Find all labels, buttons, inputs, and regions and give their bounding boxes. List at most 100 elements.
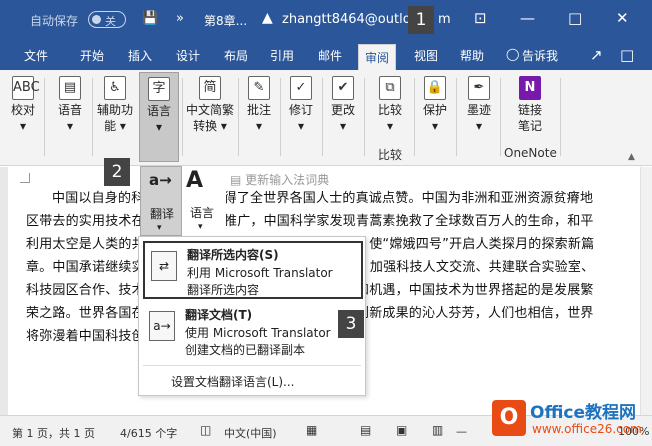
language-status[interactable]: 中文(中国) (224, 425, 277, 441)
ribbon-divider (560, 78, 561, 156)
translate-document-desc2: 创建文档的已翻译副本 (185, 343, 306, 357)
warning-icon: ▲ (262, 10, 273, 26)
comments-button[interactable]: ✎ 批注 ▾ (242, 76, 276, 134)
save-icon[interactable]: 💾 (142, 11, 158, 26)
vertical-scrollbar[interactable] (640, 167, 652, 415)
translate-selection-item[interactable]: ⇄ 翻译所选内容(S) 利用 Microsoft Translator 翻译所选… (143, 241, 363, 299)
comments-arrow: ▾ (255, 119, 263, 133)
print-layout-icon[interactable]: ▣ (396, 423, 407, 437)
translate-document-desc1: 使用 Microsoft Translator (185, 326, 331, 340)
step-badge-1: 1 (408, 6, 434, 34)
chinese-conversion-button[interactable]: 简 中文简繁 转换 ▾ (184, 76, 236, 134)
chinese-conversion-label: 中文简繁 (185, 103, 234, 117)
read-mode-icon[interactable]: ▤ (360, 423, 371, 437)
close-button[interactable]: ✕ (616, 9, 629, 27)
changes-label: 更改 (330, 103, 355, 117)
tab-references[interactable]: 引用 (270, 47, 294, 64)
track-changes-icon: ✓ (290, 76, 312, 100)
group-label-onenote: OneNote (504, 146, 557, 160)
page-corner-mark (20, 173, 30, 183)
proofing-button[interactable]: ABC 校对 ▾ (6, 76, 40, 134)
track-changes-button[interactable]: ✓ 修订 ▾ (284, 76, 318, 134)
track-changes-arrow: ▾ (297, 119, 305, 133)
set-translation-language[interactable]: 设置文档翻译语言(L)... (171, 373, 295, 390)
tab-file[interactable]: 文件 (24, 47, 48, 64)
ribbon: ABC 校对 ▾ ▤ 语音 ▾ ♿ 辅助功 能 ▾ 字 语言 ▾ 简 中文简繁 … (0, 70, 652, 166)
translate-document-item[interactable]: a→ 翻译文档(T) 使用 Microsoft Translator 创建文档的… (143, 303, 363, 361)
web-layout-icon[interactable]: ▥ (432, 423, 443, 437)
ribbon-divider (280, 78, 281, 156)
vertical-ruler (0, 167, 8, 415)
language-options-button[interactable]: A​ 语言 ▾ (182, 166, 226, 236)
macro-icon[interactable]: ▦ (306, 423, 317, 437)
update-ime-dictionary[interactable]: ▤ 更新输入法词典 (226, 168, 366, 190)
compare-button[interactable]: ⧉ 比较 ▾ (370, 76, 410, 134)
tell-me-search[interactable]: 告诉我 (522, 47, 558, 64)
tab-home[interactable]: 开始 (80, 47, 104, 64)
tab-review[interactable]: 审阅 (358, 44, 397, 70)
autosave-state: 关 (105, 15, 116, 28)
ribbon-tabs: 文件 开始 插入 设计 布局 引用 邮件 审阅 视图 帮助 ◯ 告诉我 ↗ □ (0, 40, 652, 70)
proofing-arrow: ▾ (19, 119, 27, 133)
title-bar: 自动保存 关 💾 » 第8章... ▲ zhangtt8464@outlo m … (0, 0, 652, 40)
translate-document-icon: a→ (149, 311, 175, 341)
changes-button[interactable]: ✔ 更改 ▾ (326, 76, 360, 134)
autosave-label: 自动保存 (30, 14, 79, 28)
translate-selection-desc2: 翻译所选内容 (187, 283, 260, 297)
tab-view[interactable]: 视图 (414, 47, 438, 64)
maximize-button[interactable]: □ (568, 9, 582, 27)
translate-button[interactable]: a→ 翻译 ▾ (140, 166, 182, 236)
protect-arrow: ▾ (431, 119, 439, 133)
tab-help[interactable]: 帮助 (460, 47, 484, 64)
page-count[interactable]: 第 1 页，共 1 页 (12, 425, 95, 441)
proofing-label: 校对 (10, 103, 35, 117)
ribbon-divider (182, 78, 183, 156)
tab-insert[interactable]: 插入 (128, 47, 152, 64)
minimize-button[interactable]: — (520, 9, 535, 27)
word-count[interactable]: 4/615 个字 (120, 425, 177, 441)
menu-divider (143, 365, 361, 366)
pen-icon: ✒ (468, 76, 490, 100)
dictionary-icon: ▤ (230, 173, 242, 187)
group-label-compare: 比较 (378, 148, 403, 162)
speech-button[interactable]: ▤ 语音 ▾ (50, 76, 90, 134)
accessibility-button[interactable]: ♿ 辅助功 能 ▾ (94, 76, 136, 134)
proofing-status-icon[interactable]: ◫ (200, 423, 211, 437)
share-icon[interactable]: ↗ (590, 46, 603, 64)
chinese-conversion-label-2: 转换 ▾ (193, 119, 227, 133)
ink-button[interactable]: ✒ 墨迹 ▾ (460, 76, 498, 134)
language-label: 语言 (146, 104, 171, 118)
speech-label: 语音 (57, 103, 82, 117)
collapse-ribbon-icon[interactable]: ▲ (628, 152, 635, 162)
linked-notes-button[interactable]: N 链接 笔记 (508, 76, 552, 134)
language-options-label: 语言 (190, 206, 215, 220)
more-icon[interactable]: » (176, 11, 184, 26)
chinese-conversion-icon: 简 (199, 76, 221, 100)
comment-icon: ✎ (248, 76, 270, 100)
ink-label: 墨迹 (466, 103, 491, 117)
language-button[interactable]: 字 语言 ▾ (139, 72, 179, 162)
tab-layout[interactable]: 布局 (224, 47, 248, 64)
onenote-icon: N (519, 76, 541, 100)
accept-change-icon: ✔ (332, 76, 354, 100)
ribbon-divider (44, 78, 45, 156)
user-account[interactable]: zhangtt8464@outlo (282, 12, 411, 27)
translate-document-title: 翻译文档(T) (185, 308, 253, 322)
ink-arrow: ▾ (475, 119, 483, 133)
step-badge-3: 3 (338, 310, 364, 338)
tab-mailings[interactable]: 邮件 (318, 47, 342, 64)
speech-arrow: ▾ (66, 119, 74, 133)
protect-label: 保护 (422, 103, 447, 117)
lock-icon: 🔒 (424, 76, 446, 100)
tab-design[interactable]: 设计 (176, 47, 200, 64)
autosave-toggle[interactable]: 关 (88, 11, 126, 28)
ribbon-divider (92, 78, 93, 156)
accessibility-icon: ♿ (104, 76, 126, 100)
watermark-title: Office教程网 (530, 403, 637, 423)
linked-notes-label: 链接 (517, 103, 542, 117)
protect-button[interactable]: 🔒 保护 ▾ (418, 76, 452, 134)
comments-icon[interactable]: □ (620, 46, 634, 64)
ribbon-divider (364, 78, 365, 156)
zoom-out-icon[interactable]: — (456, 425, 467, 438)
ribbon-display-icon[interactable]: ⊡ (474, 9, 487, 27)
